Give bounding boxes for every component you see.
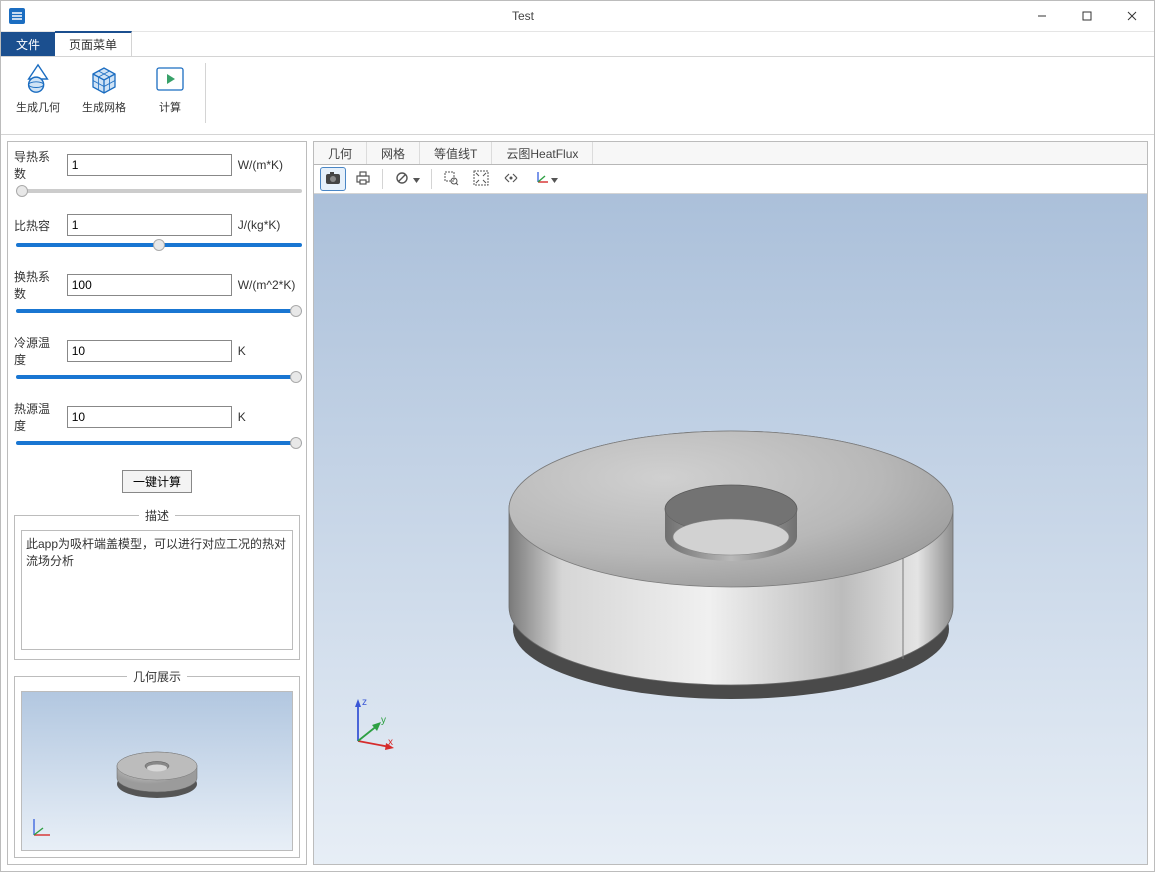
param-cold-temp: 冷源温度 K bbox=[14, 334, 300, 382]
param-cold-temp-input[interactable] bbox=[67, 340, 232, 362]
zoom-select-button[interactable] bbox=[438, 167, 464, 191]
geometry-preview-model bbox=[102, 736, 212, 806]
ribbon-group: 生成几何 生成网格 计算 bbox=[11, 63, 197, 115]
param-cold-temp-slider[interactable] bbox=[16, 375, 302, 379]
viewport-3d[interactable]: z y x bbox=[314, 194, 1147, 864]
window-title: Test bbox=[27, 9, 1019, 23]
param-heat-transfer: 换热系数 W/(m^2*K) bbox=[14, 268, 300, 316]
axis-x-label: x bbox=[388, 737, 393, 748]
param-hot-temp-label: 热源温度 bbox=[14, 400, 61, 434]
tab-cloud-heatflux[interactable]: 云图HeatFlux bbox=[492, 142, 593, 164]
chevron-down-icon bbox=[413, 172, 420, 186]
geometry-model bbox=[451, 337, 1011, 737]
app-window: Test 文件 页面菜单 生成几何 生成网格 bbox=[0, 0, 1155, 872]
sphere-triangle-icon bbox=[22, 63, 54, 95]
description-legend: 描述 bbox=[139, 507, 175, 524]
side-panel: 导热系数 W/(m*K) 比热容 J/(kg*K) 换热系数 W/ bbox=[7, 141, 307, 865]
ribbon-compute-button[interactable]: 计算 bbox=[143, 63, 197, 115]
param-specific-heat-input[interactable] bbox=[67, 214, 232, 236]
minimize-button[interactable] bbox=[1019, 1, 1064, 31]
axis-indicator: z y x bbox=[348, 695, 398, 754]
param-heat-transfer-unit: W/(m^2*K) bbox=[238, 278, 300, 292]
chevron-down-icon bbox=[551, 172, 558, 186]
param-heat-transfer-slider[interactable] bbox=[16, 309, 302, 313]
description-fieldset: 描述 bbox=[14, 507, 300, 660]
param-thermal-conductivity-input[interactable] bbox=[67, 154, 232, 176]
print-icon bbox=[355, 171, 371, 188]
preview-axis-indicator bbox=[28, 815, 54, 844]
app-icon bbox=[7, 6, 27, 26]
tab-geometry[interactable]: 几何 bbox=[314, 142, 367, 164]
param-thermal-conductivity-unit: W/(m*K) bbox=[238, 158, 300, 172]
view-toolbar bbox=[314, 165, 1147, 194]
reset-view-button[interactable] bbox=[498, 167, 524, 191]
content-area: 导热系数 W/(m*K) 比热容 J/(kg*K) 换热系数 W/ bbox=[1, 135, 1154, 871]
view-tabs: 几何 网格 等值线T 云图HeatFlux bbox=[314, 142, 1147, 165]
ribbon-gen-geometry-label: 生成几何 bbox=[16, 99, 60, 115]
camera-button[interactable] bbox=[320, 167, 346, 191]
cube-mesh-icon bbox=[88, 63, 120, 95]
play-icon bbox=[154, 63, 186, 95]
ribbon-separator bbox=[205, 63, 206, 123]
param-hot-temp-input[interactable] bbox=[67, 406, 232, 428]
tab-mesh[interactable]: 网格 bbox=[367, 142, 420, 164]
fit-view-icon bbox=[473, 170, 489, 189]
ribbon-compute-label: 计算 bbox=[159, 99, 181, 115]
param-specific-heat-label: 比热容 bbox=[14, 217, 61, 234]
param-hot-temp-unit: K bbox=[238, 410, 300, 424]
titlebar: Test bbox=[1, 1, 1154, 32]
main-panel: 几何 网格 等值线T 云图HeatFlux bbox=[313, 141, 1148, 865]
maximize-button[interactable] bbox=[1064, 1, 1109, 31]
cancel-icon bbox=[395, 171, 411, 188]
param-thermal-conductivity: 导热系数 W/(m*K) bbox=[14, 148, 300, 196]
ribbon-gen-geometry-button[interactable]: 生成几何 bbox=[11, 63, 65, 115]
param-specific-heat-unit: J/(kg*K) bbox=[238, 218, 300, 232]
geometry-preview[interactable] bbox=[21, 691, 293, 851]
toolbar-separator-2 bbox=[431, 169, 432, 189]
ribbon-gen-mesh-button[interactable]: 生成网格 bbox=[77, 63, 131, 115]
param-hot-temp-slider[interactable] bbox=[16, 441, 302, 445]
param-thermal-conductivity-slider[interactable] bbox=[16, 189, 302, 193]
axis-y-label: y bbox=[381, 715, 386, 726]
ribbon-gen-mesh-label: 生成网格 bbox=[82, 99, 126, 115]
menu-file[interactable]: 文件 bbox=[1, 32, 55, 56]
param-thermal-conductivity-label: 导热系数 bbox=[14, 148, 61, 182]
preview-fieldset: 几何展示 bbox=[14, 668, 300, 858]
cancel-dropdown-button[interactable] bbox=[389, 167, 425, 191]
param-hot-temp: 热源温度 K bbox=[14, 400, 300, 448]
zoom-select-icon bbox=[443, 170, 459, 189]
toolbar-separator-1 bbox=[382, 169, 383, 189]
window-controls bbox=[1019, 1, 1154, 31]
axis-icon bbox=[534, 170, 550, 189]
axis-orientation-button[interactable] bbox=[528, 167, 564, 191]
menu-page[interactable]: 页面菜单 bbox=[55, 31, 132, 56]
param-cold-temp-unit: K bbox=[238, 344, 300, 358]
tab-isoline-t[interactable]: 等值线T bbox=[420, 142, 492, 164]
fit-view-button[interactable] bbox=[468, 167, 494, 191]
axis-z-label: z bbox=[362, 697, 367, 708]
close-button[interactable] bbox=[1109, 1, 1154, 31]
param-specific-heat: 比热容 J/(kg*K) bbox=[14, 214, 300, 250]
calculate-button[interactable]: 一键计算 bbox=[122, 470, 192, 493]
param-heat-transfer-input[interactable] bbox=[67, 274, 232, 296]
param-cold-temp-label: 冷源温度 bbox=[14, 334, 61, 368]
reset-view-icon bbox=[503, 170, 519, 189]
ribbon: 生成几何 生成网格 计算 bbox=[1, 57, 1154, 135]
preview-legend: 几何展示 bbox=[127, 668, 187, 685]
camera-icon bbox=[325, 171, 341, 188]
param-heat-transfer-label: 换热系数 bbox=[14, 268, 61, 302]
menubar: 文件 页面菜单 bbox=[1, 32, 1154, 57]
description-text[interactable] bbox=[21, 530, 293, 650]
print-button[interactable] bbox=[350, 167, 376, 191]
param-specific-heat-slider[interactable] bbox=[16, 243, 302, 247]
